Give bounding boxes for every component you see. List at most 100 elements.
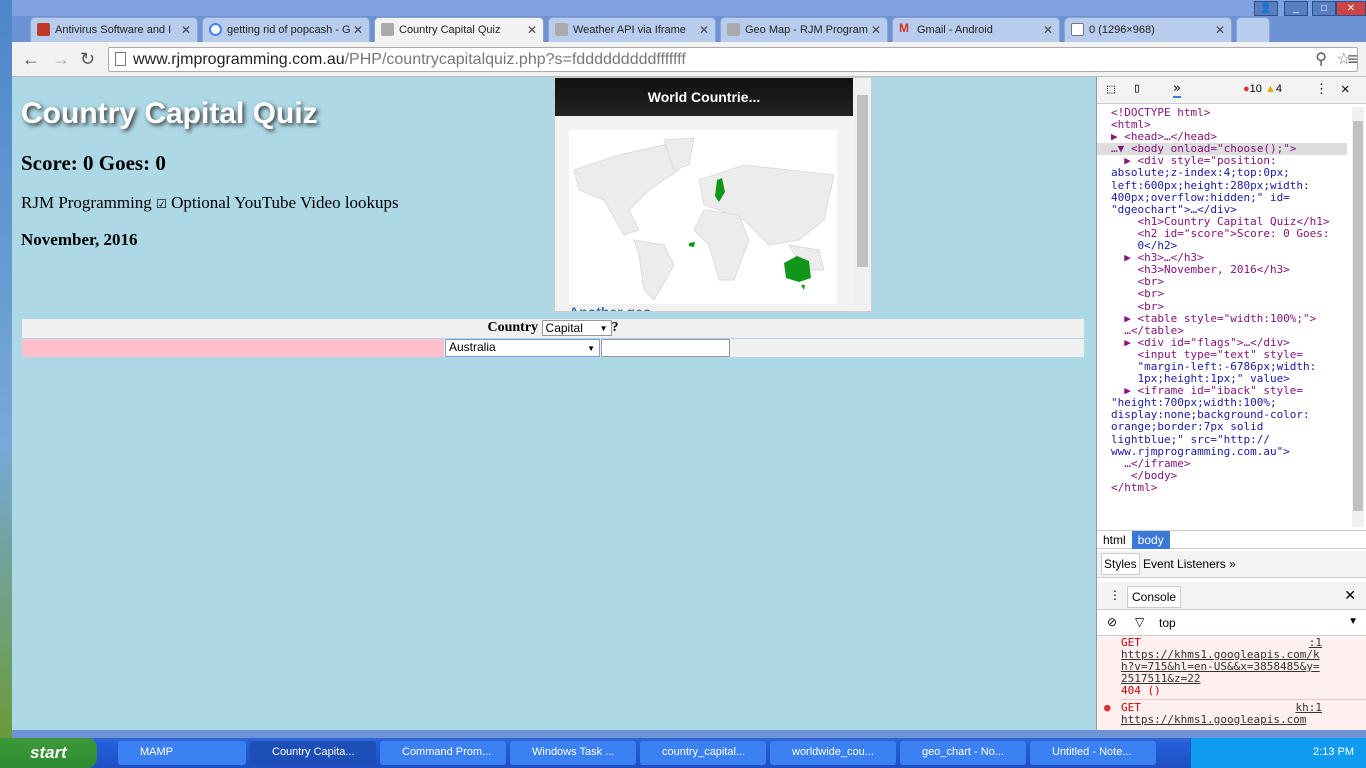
- drawer-menu-icon[interactable]: ⋮: [1109, 588, 1121, 602]
- back-icon[interactable]: ←: [22, 49, 40, 70]
- map-sierra-leone[interactable]: [689, 242, 695, 247]
- close-tab-icon[interactable]: ✕: [1215, 23, 1225, 37]
- tab-country-capital-quiz[interactable]: Country Capital Quiz ✕: [374, 17, 544, 43]
- dom-node-line[interactable]: …</iframe>: [1111, 457, 1347, 470]
- new-tab-button[interactable]: [1236, 17, 1270, 42]
- dom-node-line[interactable]: </html>: [1111, 481, 1347, 494]
- scroll-thumb[interactable]: [1353, 121, 1363, 511]
- log-url-link[interactable]: https://khms1.googleapis.com/kh?v=715&hl…: [1121, 648, 1320, 685]
- close-window-button[interactable]: ✕: [1336, 1, 1366, 16]
- youtube-checkbox[interactable]: ☑: [156, 197, 167, 211]
- more-tabs-icon[interactable]: »: [1229, 557, 1236, 571]
- site-name[interactable]: RJM Programming: [21, 193, 152, 212]
- close-tab-icon[interactable]: ✕: [527, 23, 537, 37]
- log-source-link[interactable]: kh:1: [1296, 702, 1323, 714]
- taskbar-item-geo-chart[interactable]: geo_chart - No...: [900, 741, 1026, 765]
- tab-label: Geo Map - RJM Program: [745, 24, 868, 36]
- clear-console-icon[interactable]: ⊘: [1107, 615, 1117, 629]
- quiz-answer-row: Australia ▼: [22, 339, 1084, 357]
- forward-icon[interactable]: →: [52, 49, 70, 70]
- crumb-body[interactable]: body: [1131, 531, 1170, 549]
- more-panels-icon[interactable]: »: [1173, 81, 1181, 98]
- taskbar-item-chrome[interactable]: Country Capita...: [250, 741, 376, 765]
- error-icon: ●: [1243, 83, 1250, 95]
- tab-label: getting rid of popcash - G: [227, 24, 351, 36]
- close-tab-icon[interactable]: ✕: [181, 23, 191, 37]
- elements-scrollbar[interactable]: [1352, 107, 1364, 527]
- geochart-scrollbar[interactable]: [854, 78, 871, 311]
- errors-value: 10: [1249, 83, 1262, 95]
- scroll-thumb[interactable]: [857, 95, 868, 267]
- maximize-button[interactable]: □: [1312, 1, 1336, 16]
- tab-geo-map[interactable]: Geo Map - RJM Program ✕: [720, 17, 888, 42]
- tab-event-listeners[interactable]: Event Listeners: [1143, 557, 1226, 571]
- filter-icon[interactable]: ▽: [1135, 615, 1144, 629]
- reload-icon[interactable]: ↻: [80, 49, 95, 70]
- inspect-element-icon[interactable]: ⬚: [1107, 82, 1115, 97]
- question-mark: ?: [611, 320, 619, 336]
- taskbar-item-command-prompt[interactable]: Command Prom...: [380, 741, 506, 765]
- close-tab-icon[interactable]: ✕: [871, 23, 881, 37]
- error-count[interactable]: ●10 ▲4: [1243, 83, 1282, 95]
- taskbar-item-country-capital[interactable]: country_capital...: [640, 741, 766, 765]
- dom-node-line[interactable]: …</table>: [1111, 324, 1347, 337]
- dom-node-line[interactable]: www.rjmprogramming.com.au">: [1111, 445, 1347, 458]
- elements-tree[interactable]: <!DOCTYPE html> <html> ▶ <head>…</head> …▼ …: [1097, 105, 1347, 530]
- tab-antivirus[interactable]: Antivirus Software and I ✕: [30, 17, 198, 42]
- country-label: Country: [487, 320, 539, 336]
- capital-answer-input[interactable]: [601, 339, 730, 357]
- close-tab-icon[interactable]: ✕: [353, 23, 363, 37]
- log-url-link[interactable]: https://khms1.googleapis.com: [1121, 713, 1306, 726]
- url-host: www.rjmprogramming.com.au: [133, 51, 345, 68]
- taskbar: start MAMP Country Capita... Command Pro…: [0, 738, 1366, 768]
- context-select[interactable]: top: [1159, 616, 1176, 630]
- youtube-label: Optional YouTube Video lookups: [171, 193, 399, 212]
- taskbar-item-mamp[interactable]: MAMP: [118, 741, 246, 765]
- profile-icon[interactable]: 👤: [1254, 1, 1278, 16]
- system-tray: 2:13 PM: [1190, 738, 1366, 768]
- menu-icon[interactable]: ≡: [1347, 49, 1358, 70]
- close-tab-icon[interactable]: ✕: [1043, 23, 1053, 37]
- mode-select[interactable]: Capital ▼: [541, 320, 612, 336]
- log-status: 404 (): [1121, 684, 1161, 697]
- error-icon: ●: [1104, 701, 1111, 714]
- clock[interactable]: 2:13 PM: [1313, 746, 1354, 758]
- world-map[interactable]: [569, 130, 837, 304]
- tab-gmail[interactable]: M Gmail - Android ✕: [892, 17, 1060, 42]
- log-source-link[interactable]: :1: [1309, 637, 1322, 649]
- dom-node-line[interactable]: left:600px;height:280px;width:: [1111, 179, 1347, 192]
- dom-node-line[interactable]: lightblue;" src="http://: [1111, 433, 1347, 446]
- map-tasmania[interactable]: [801, 285, 805, 290]
- console-drawer-header: ⋮ Console ✕: [1097, 582, 1366, 610]
- tab-weather-api[interactable]: Weather API via Iframe ✕: [548, 17, 716, 42]
- taskbar-item-task-manager[interactable]: Windows Task ...: [510, 741, 636, 765]
- crumb-html[interactable]: html: [1097, 531, 1132, 549]
- mcafee-shield-icon: [37, 23, 50, 36]
- start-button[interactable]: start: [0, 738, 97, 768]
- another-geo-link[interactable]: Another geo: [569, 304, 651, 311]
- tab-label: Country Capital Quiz: [399, 24, 501, 36]
- tab-popcash[interactable]: getting rid of popcash - G ✕: [202, 17, 370, 42]
- country-select[interactable]: Australia ▼: [445, 339, 600, 357]
- devtools-menu-icon[interactable]: ⋮: [1315, 82, 1328, 97]
- start-label: start: [30, 743, 67, 762]
- dom-node-line[interactable]: 400px;overflow:hidden;" id=: [1111, 191, 1347, 204]
- tab-console[interactable]: Console: [1127, 586, 1182, 608]
- close-tab-icon[interactable]: ✕: [699, 23, 709, 37]
- dom-node-line[interactable]: ▶ <table style="width:100%;">: [1111, 312, 1347, 325]
- minimize-button[interactable]: _: [1284, 1, 1308, 16]
- dom-node-line[interactable]: <br>: [1111, 300, 1347, 313]
- close-drawer-icon[interactable]: ✕: [1344, 587, 1356, 604]
- dom-node-line[interactable]: orange;border:7px solid: [1111, 421, 1347, 433]
- address-bar[interactable]: www.rjmprogramming.com.au/PHP/countrycap…: [108, 47, 1358, 72]
- close-devtools-icon[interactable]: ✕: [1341, 81, 1349, 97]
- dom-node-line[interactable]: absolute;z-index:4;top:0px;: [1111, 167, 1347, 179]
- taskbar-item-worldwide[interactable]: worldwide_cou...: [770, 741, 896, 765]
- tab-image[interactable]: 0 (1296×968) ✕: [1064, 17, 1232, 42]
- console-log: GET:1 https://khms1.googleapis.com/kh?v=…: [1097, 636, 1366, 730]
- dom-node-line[interactable]: <br>: [1111, 288, 1347, 300]
- taskbar-item-notepad[interactable]: Untitled - Note...: [1030, 741, 1156, 765]
- device-mode-icon[interactable]: ▯: [1133, 81, 1141, 96]
- zoom-icon[interactable]: ⚲: [1315, 49, 1327, 69]
- tab-styles[interactable]: Styles: [1101, 553, 1140, 575]
